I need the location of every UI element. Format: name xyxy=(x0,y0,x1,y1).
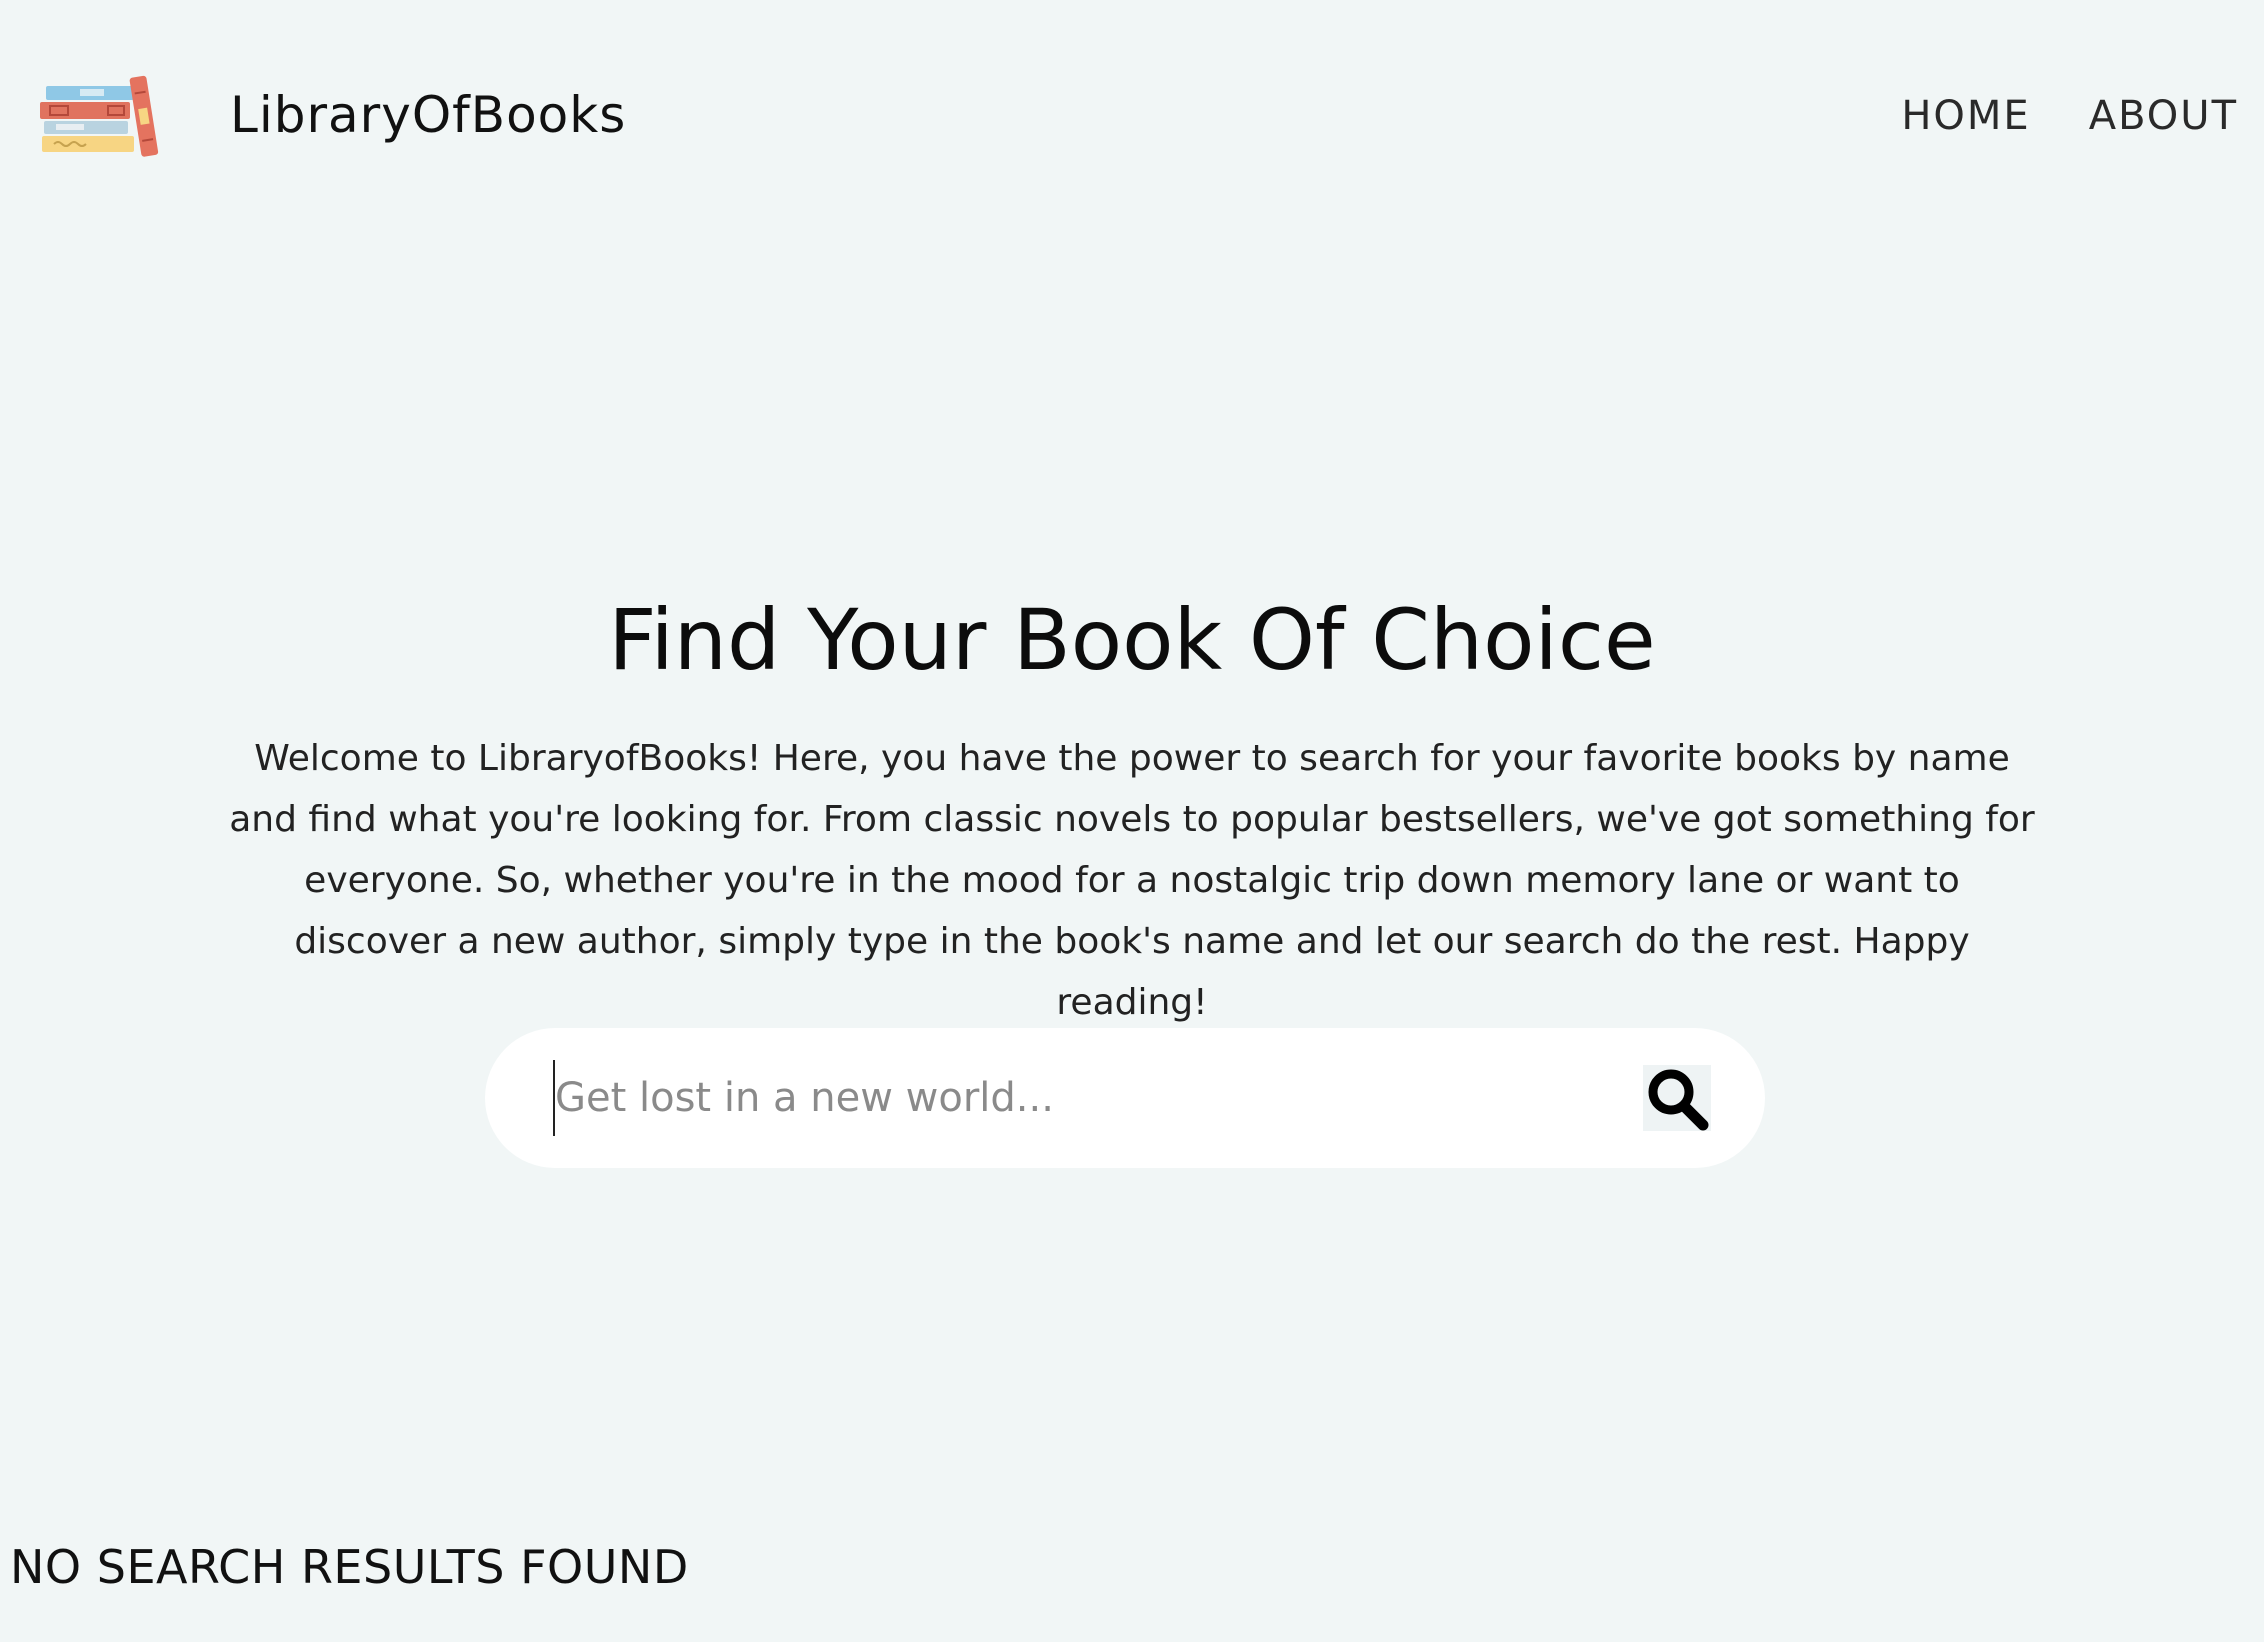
no-results-message: NO SEARCH RESULTS FOUND xyxy=(10,1540,689,1594)
search-button[interactable] xyxy=(1643,1065,1711,1131)
search-bar xyxy=(485,1028,1765,1168)
hero-description: Welcome to LibraryofBooks! Here, you hav… xyxy=(229,738,2035,1023)
search-icon xyxy=(1648,1069,1709,1131)
page-title: Find Your Book Of Choice xyxy=(608,591,1656,689)
search-input[interactable] xyxy=(553,1060,1555,1136)
site-header: LibraryOfBooks HOME ABOUT xyxy=(0,0,2264,230)
nav-about-link[interactable]: ABOUT xyxy=(2089,88,2238,144)
books-logo-icon[interactable] xyxy=(36,72,166,162)
brand-name[interactable]: LibraryOfBooks xyxy=(230,80,626,150)
nav-home-link[interactable]: HOME xyxy=(1901,88,2030,144)
main-nav: HOME ABOUT xyxy=(1901,88,2238,144)
